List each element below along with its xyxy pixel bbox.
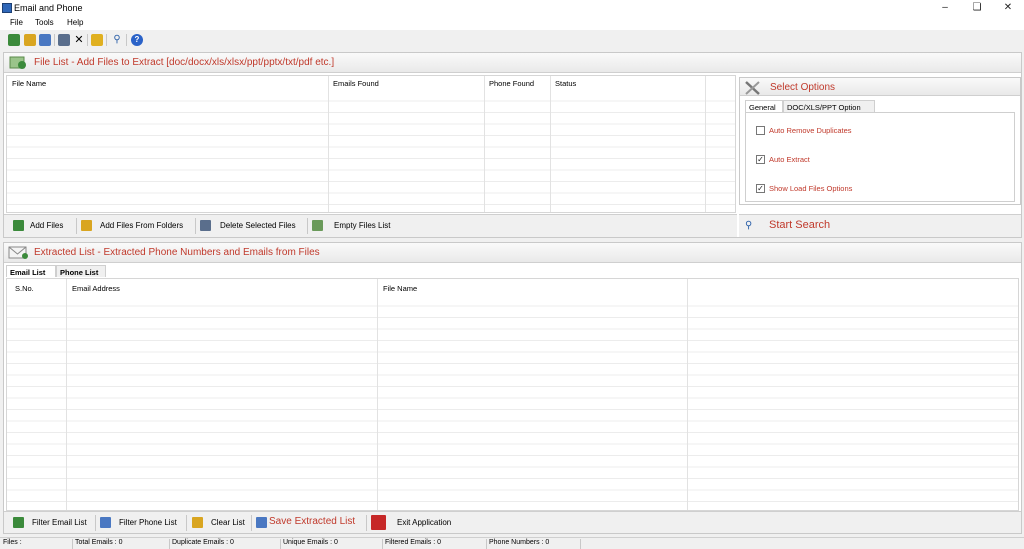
toolbar: ✕ ⚲ ?: [0, 31, 1024, 49]
col-file-name[interactable]: File Name: [380, 281, 417, 295]
auto-remove-duplicates-label: Auto Remove Duplicates: [769, 126, 852, 135]
file-list-header: File List - Add Files to Extract [doc/do…: [4, 53, 1021, 73]
menu-tools[interactable]: Tools: [35, 18, 54, 27]
close-icon[interactable]: ✕: [997, 1, 1019, 15]
save-icon: [256, 517, 267, 528]
menu-bar: File Tools Help: [0, 16, 1024, 30]
col-emails-found[interactable]: Emails Found: [330, 76, 379, 90]
col-phone-found[interactable]: Phone Found: [486, 76, 534, 90]
status-bar: Files : Total Emails : 0 Duplicate Email…: [0, 537, 1024, 549]
title-bar: Email and Phone – ❏ ✕: [0, 0, 1024, 16]
restore-icon[interactable]: ❏: [966, 1, 988, 15]
tab-phone-list[interactable]: Phone List: [56, 265, 106, 277]
options-title: Select Options: [770, 82, 836, 93]
folder-icon: [81, 220, 92, 231]
file-list-rows: [7, 90, 735, 212]
col-status[interactable]: Status: [552, 76, 576, 90]
extracted-list-header: Extracted List - Extracted Phone Numbers…: [4, 243, 1021, 263]
add-files-icon: [13, 220, 24, 231]
show-load-options-label: Show Load Files Options: [769, 184, 853, 193]
col-sno[interactable]: S.No.: [12, 281, 34, 295]
help-icon[interactable]: ?: [131, 34, 143, 46]
auto-extract-label: Auto Extract: [769, 155, 810, 164]
file-list-panel: File List - Add Files to Extract [doc/do…: [3, 52, 1022, 238]
menu-file[interactable]: File: [10, 18, 23, 27]
extracted-list-title: Extracted List - Extracted Phone Numbers…: [34, 247, 320, 258]
extracted-actions-bar: Filter Email List Filter Phone List Clea…: [4, 511, 1021, 533]
copy-icon[interactable]: [39, 34, 51, 46]
delete-selected-icon[interactable]: [58, 34, 70, 46]
start-search-bar: ⚲ Start Search: [739, 214, 1021, 237]
clear-list-icon: [192, 517, 203, 528]
extracted-list-panel: Extracted List - Extracted Phone Numbers…: [3, 242, 1022, 534]
filter-email-icon: [13, 517, 24, 528]
filter-icon[interactable]: [91, 34, 103, 46]
auto-remove-duplicates-checkbox[interactable]: [756, 126, 765, 135]
email-list-rows: [7, 295, 1018, 510]
search-icon: ⚲: [745, 220, 753, 231]
add-folder-icon[interactable]: [24, 34, 36, 46]
delete-icon: [200, 220, 211, 231]
file-list-grid[interactable]: File Name Emails Found Phone Found Statu…: [6, 75, 736, 213]
minimize-icon[interactable]: –: [934, 1, 956, 15]
add-files-icon[interactable]: [8, 34, 20, 46]
options-panel: Select Options General DOC/XLS/PPT Optio…: [739, 77, 1021, 205]
envelope-icon: [7, 245, 29, 260]
search-icon[interactable]: ⚲: [111, 34, 123, 46]
file-list-title: File List - Add Files to Extract [doc/do…: [34, 57, 335, 68]
empty-list-icon: [312, 220, 323, 231]
menu-help[interactable]: Help: [67, 18, 83, 27]
exit-icon: [371, 515, 386, 530]
remove-icon[interactable]: ✕: [73, 34, 85, 46]
tab-general[interactable]: General: [745, 100, 783, 112]
auto-extract-checkbox[interactable]: ✓: [756, 155, 765, 164]
tab-email-list[interactable]: Email List: [6, 265, 56, 277]
app-icon: [2, 3, 12, 13]
window-title: Email and Phone: [14, 3, 83, 13]
col-file-name[interactable]: File Name: [9, 76, 46, 90]
file-actions-bar: Add Files Add Files From Folders Delete …: [4, 214, 737, 237]
col-email-address[interactable]: Email Address: [69, 281, 120, 295]
email-list-grid[interactable]: S.No. Email Address File Name: [6, 278, 1019, 511]
filter-phone-icon: [100, 517, 111, 528]
general-options: Auto Remove Duplicates ✓ Auto Extract ✓ …: [745, 112, 1015, 202]
tab-doc-xls-ppt[interactable]: DOC/XLS/PPT Option: [783, 100, 875, 112]
tools-icon: [743, 80, 763, 95]
show-load-options-checkbox[interactable]: ✓: [756, 184, 765, 193]
file-list-header-icon: [7, 55, 29, 70]
options-header: Select Options: [740, 78, 1020, 96]
